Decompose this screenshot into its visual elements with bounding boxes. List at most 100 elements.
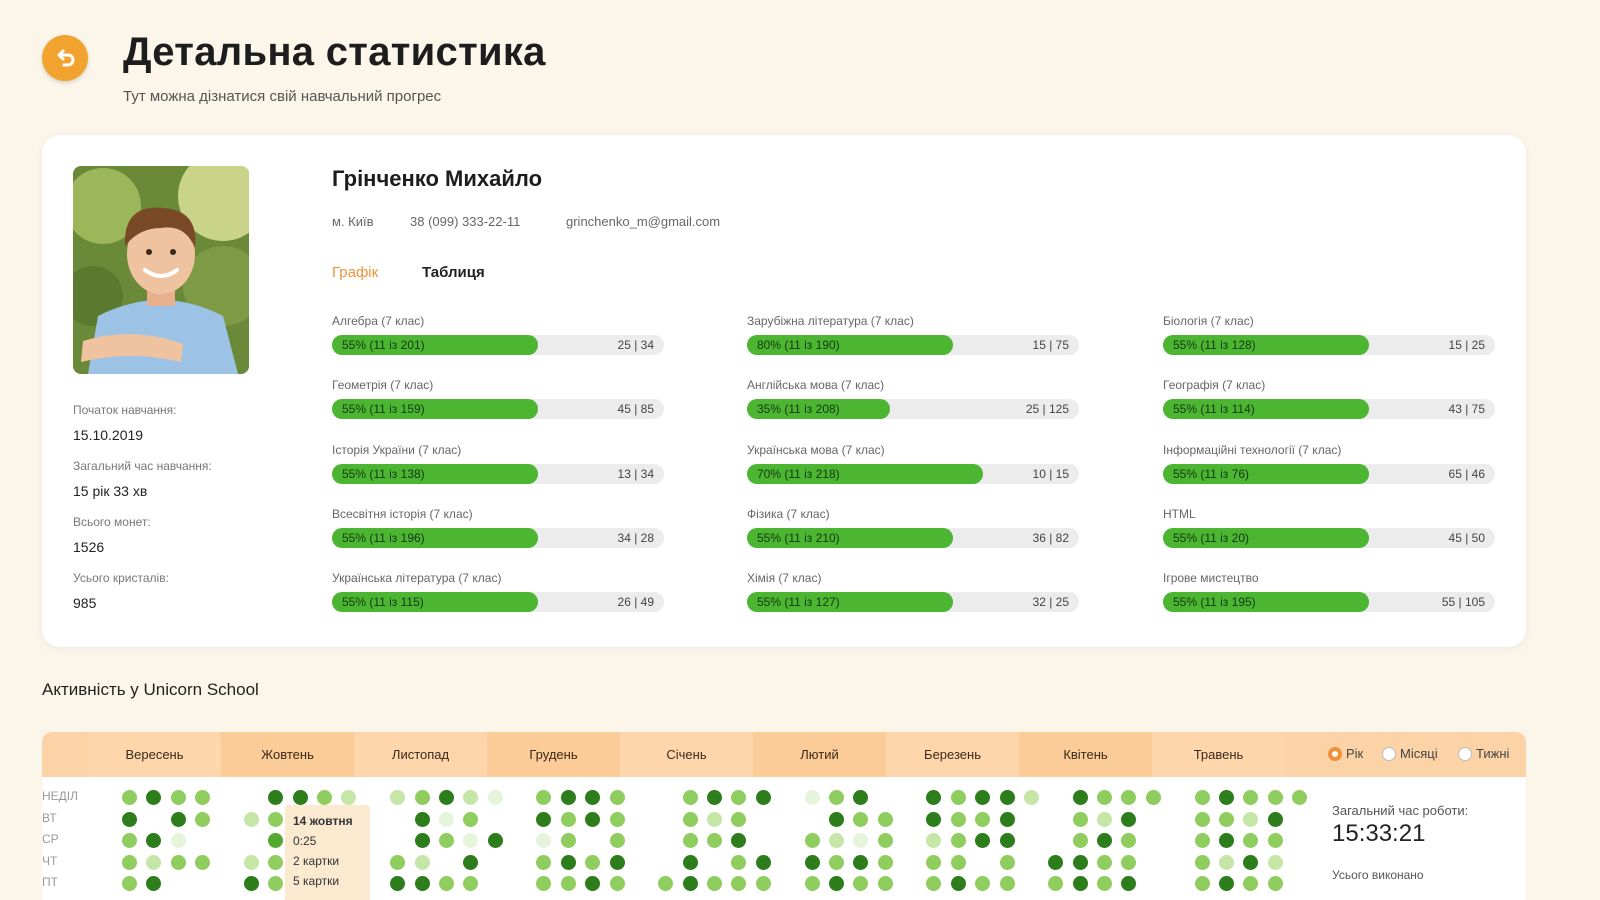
activity-dot[interactable] bbox=[755, 876, 771, 891]
activity-dot[interactable] bbox=[146, 833, 162, 848]
activity-dot[interactable] bbox=[1072, 790, 1088, 805]
activity-dot[interactable] bbox=[585, 876, 601, 891]
activity-dot[interactable] bbox=[682, 812, 698, 827]
activity-dot[interactable] bbox=[585, 790, 601, 805]
activity-dot[interactable] bbox=[463, 833, 479, 848]
activity-dot[interactable] bbox=[707, 876, 722, 891]
activity-dot[interactable] bbox=[682, 855, 698, 870]
activity-dot[interactable] bbox=[999, 812, 1015, 827]
subject-item[interactable]: Ігрове мистецтво 55% (11 із 195) 55 | 105 bbox=[1163, 571, 1495, 612]
activity-dot[interactable] bbox=[1072, 855, 1088, 870]
activity-dot[interactable] bbox=[755, 790, 771, 805]
activity-dot[interactable] bbox=[731, 812, 747, 827]
activity-dot[interactable] bbox=[536, 876, 552, 891]
activity-dot[interactable] bbox=[609, 855, 625, 870]
activity-dot[interactable] bbox=[536, 812, 552, 827]
subject-item[interactable]: Біологія (7 клас) 55% (11 із 128) 15 | 25 bbox=[1163, 314, 1495, 355]
activity-dot[interactable] bbox=[731, 876, 747, 891]
activity-dot[interactable] bbox=[1023, 790, 1039, 805]
activity-dot[interactable] bbox=[999, 876, 1015, 891]
activity-dot[interactable] bbox=[1194, 812, 1210, 827]
activity-dot[interactable] bbox=[463, 790, 479, 805]
activity-dot[interactable] bbox=[1097, 855, 1112, 870]
activity-dot[interactable] bbox=[707, 790, 722, 805]
activity-dot[interactable] bbox=[268, 790, 284, 805]
activity-dot[interactable] bbox=[1072, 876, 1088, 891]
activity-dot[interactable] bbox=[1097, 833, 1112, 848]
activity-dot[interactable] bbox=[1194, 790, 1210, 805]
activity-dot[interactable] bbox=[585, 812, 601, 827]
activity-dot[interactable] bbox=[828, 876, 844, 891]
activity-dot[interactable] bbox=[755, 855, 771, 870]
activity-dot[interactable] bbox=[828, 812, 844, 827]
activity-dot[interactable] bbox=[243, 855, 259, 870]
activity-dot[interactable] bbox=[414, 790, 430, 805]
activity-dot[interactable] bbox=[853, 833, 869, 848]
activity-dot[interactable] bbox=[487, 790, 503, 805]
activity-dot[interactable] bbox=[853, 855, 869, 870]
activity-dot[interactable] bbox=[975, 876, 991, 891]
activity-dot[interactable] bbox=[999, 855, 1015, 870]
subject-item[interactable]: Зарубіжна література (7 клас) 80% (11 із … bbox=[747, 314, 1079, 355]
activity-dot[interactable] bbox=[853, 812, 869, 827]
activity-dot[interactable] bbox=[438, 790, 454, 805]
activity-dot[interactable] bbox=[609, 833, 625, 848]
activity-dot[interactable] bbox=[536, 855, 552, 870]
activity-dot[interactable] bbox=[243, 812, 259, 827]
activity-dot[interactable] bbox=[1267, 855, 1283, 870]
activity-dot[interactable] bbox=[1048, 876, 1064, 891]
subject-item[interactable]: Хімія (7 клас) 55% (11 із 127) 32 | 25 bbox=[747, 571, 1079, 612]
activity-dot[interactable] bbox=[463, 876, 479, 891]
activity-dot[interactable] bbox=[1145, 790, 1161, 805]
activity-dot[interactable] bbox=[999, 790, 1015, 805]
activity-dot[interactable] bbox=[438, 833, 454, 848]
activity-dot[interactable] bbox=[122, 855, 137, 870]
activity-dot[interactable] bbox=[804, 790, 820, 805]
activity-dot[interactable] bbox=[609, 790, 625, 805]
tab-table[interactable]: Таблиця bbox=[422, 264, 485, 281]
activity-dot[interactable] bbox=[682, 833, 698, 848]
activity-dot[interactable] bbox=[1292, 790, 1307, 805]
activity-dot[interactable] bbox=[999, 833, 1015, 848]
activity-dot[interactable] bbox=[926, 833, 942, 848]
activity-dot[interactable] bbox=[536, 790, 552, 805]
activity-dot[interactable] bbox=[1218, 812, 1234, 827]
activity-dot[interactable] bbox=[1218, 876, 1234, 891]
activity-dot[interactable] bbox=[1097, 876, 1112, 891]
activity-dot[interactable] bbox=[292, 790, 308, 805]
activity-dot[interactable] bbox=[390, 855, 406, 870]
activity-dot[interactable] bbox=[731, 833, 747, 848]
activity-dot[interactable] bbox=[1267, 876, 1283, 891]
activity-dot[interactable] bbox=[122, 812, 137, 827]
activity-dot[interactable] bbox=[853, 876, 869, 891]
activity-dot[interactable] bbox=[1121, 876, 1137, 891]
activity-dot[interactable] bbox=[926, 876, 942, 891]
activity-dot[interactable] bbox=[146, 855, 162, 870]
activity-dot[interactable] bbox=[243, 876, 259, 891]
activity-dot[interactable] bbox=[487, 833, 503, 848]
subject-item[interactable]: Алгебра (7 клас) 55% (11 із 201) 25 | 34 bbox=[332, 314, 664, 355]
activity-dot[interactable] bbox=[195, 790, 211, 805]
activity-dot[interactable] bbox=[828, 855, 844, 870]
activity-dot[interactable] bbox=[560, 790, 576, 805]
activity-dot[interactable] bbox=[877, 812, 893, 827]
activity-dot[interactable] bbox=[804, 876, 820, 891]
activity-dot[interactable] bbox=[170, 812, 186, 827]
activity-dot[interactable] bbox=[341, 790, 357, 805]
subject-item[interactable]: Англійська мова (7 клас) 35% (11 із 208) 2… bbox=[747, 378, 1079, 419]
activity-dot[interactable] bbox=[560, 876, 576, 891]
activity-dot[interactable] bbox=[414, 833, 430, 848]
activity-dot[interactable] bbox=[1121, 790, 1137, 805]
activity-dot[interactable] bbox=[122, 833, 137, 848]
activity-dot[interactable] bbox=[707, 812, 722, 827]
activity-dot[interactable] bbox=[1243, 812, 1259, 827]
activity-dot[interactable] bbox=[438, 812, 454, 827]
activity-dot[interactable] bbox=[390, 790, 406, 805]
activity-dot[interactable] bbox=[1218, 790, 1234, 805]
subject-item[interactable]: Українська мова (7 клас) 70% (11 із 218) 1… bbox=[747, 443, 1079, 484]
activity-dot[interactable] bbox=[950, 812, 966, 827]
subject-item[interactable]: Географія (7 клас) 55% (11 із 114) 43 | 75 bbox=[1163, 378, 1495, 419]
activity-dot[interactable] bbox=[463, 855, 479, 870]
activity-dot[interactable] bbox=[1072, 812, 1088, 827]
activity-dot[interactable] bbox=[317, 790, 332, 805]
